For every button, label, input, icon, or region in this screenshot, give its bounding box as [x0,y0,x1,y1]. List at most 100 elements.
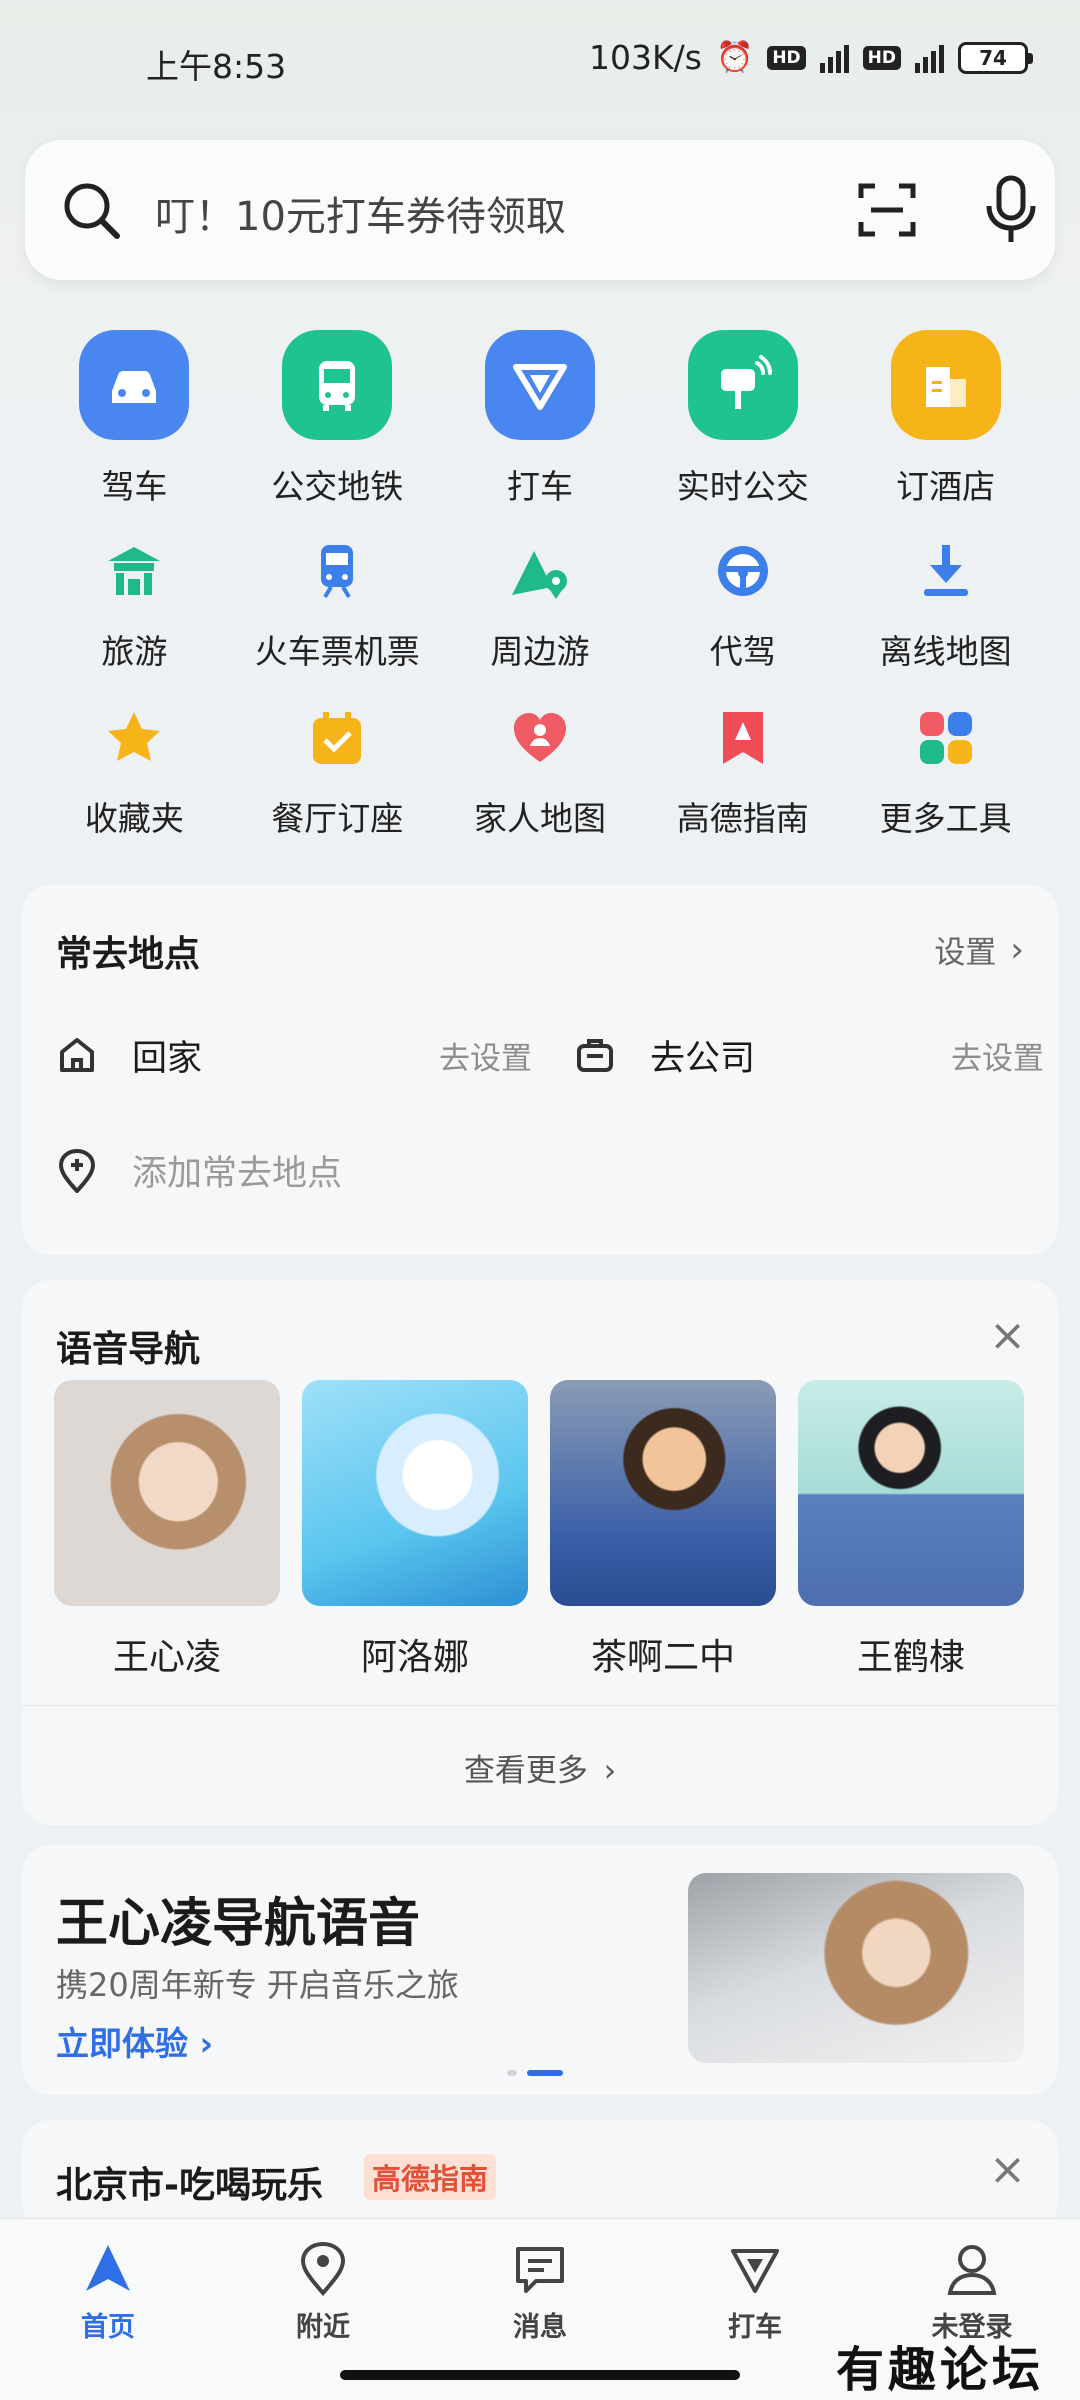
voice-item[interactable]: 王鹤棣 [798,1380,1024,1680]
tool-transit[interactable]: 公交地铁 [236,330,439,508]
tool-favorites[interactable]: 收藏夹 [33,702,236,840]
voice-avatar-image [550,1380,776,1606]
tab-label: 附近 [296,2312,350,2343]
microphone-icon[interactable] [983,174,1039,246]
tool-label: 实时公交 [676,467,809,506]
battery-icon: 74 [958,41,1033,74]
alarm-icon: ⏰ [715,40,754,75]
download-icon [910,535,982,607]
briefcase-icon [577,1039,613,1072]
banner-cta-label: 立即体验 [56,2024,188,2063]
voice-item[interactable]: 阿洛娜 [302,1380,528,1680]
work-set-button[interactable]: 去设置 [951,1033,1044,1078]
navigation-arrow-icon [86,2245,130,2291]
secondary-tools-row1: 旅游 火车票机票 周边游 代驾 离线地图 [33,535,1047,673]
scan-icon[interactable] [855,178,919,242]
voice-name: 王心凌 [112,1637,221,1678]
watermark-text: 有趣论坛 [836,2342,1045,2398]
voice-avatar-image [54,1380,280,1606]
tool-label: 旅游 [101,632,168,671]
frequent-settings-button[interactable]: 设置 › [934,927,1024,972]
hd-badge: HD [767,45,806,70]
tool-label: 周边游 [490,632,590,671]
carousel-dots [507,2070,563,2076]
voice-nav-card: 语音导航 × 王心凌 阿洛娜 茶啊二中 王鹤棣 查看更多 › [22,1280,1058,1825]
search-icon [64,183,120,239]
close-icon[interactable]: × [989,2144,1026,2195]
search-input[interactable]: 叮！10元打车券待领取 [155,184,566,242]
see-more-button[interactable]: 查看更多 › [22,1745,1058,1790]
heart-person-icon [504,702,576,774]
tab-home[interactable]: 首页 [38,2241,178,2344]
primary-tools: 驾车 公交地铁 打车 实时公交 订酒店 [33,330,1047,508]
search-bar[interactable]: 叮！10元打车券待领取 [25,140,1055,280]
tool-more[interactable]: 更多工具 [844,702,1047,840]
chevron-right-icon: › [603,1753,617,1789]
settings-label: 设置 [934,935,997,971]
banner-title: 王心凌导航语音 [56,1894,421,1954]
tool-tickets[interactable]: 火车票机票 [236,535,439,673]
steering-wheel-icon [707,535,779,607]
status-indicators: 103K/s ⏰ HD HD 74 [589,38,1033,77]
tool-taxi[interactable]: 打车 [439,330,642,508]
tool-designated-driver[interactable]: 代驾 [641,535,844,673]
tab-taxi[interactable]: 打车 [685,2241,825,2344]
tool-label: 公交地铁 [271,467,404,506]
carousel-dot-active [527,2070,563,2076]
voice-avatar-image [798,1380,1024,1606]
tool-hotel[interactable]: 订酒店 [844,330,1047,508]
voice-nav-title: 语音导航 [56,1329,201,1370]
taxi-icon [484,330,595,440]
voice-item[interactable]: 王心凌 [54,1380,280,1680]
tab-messages[interactable]: 消息 [470,2241,610,2344]
tool-label: 订酒店 [896,467,996,506]
tool-offline-map[interactable]: 离线地图 [844,535,1047,673]
star-icon [98,702,170,774]
tool-label: 代驾 [709,632,776,671]
taxi-icon [731,2249,779,2293]
tool-travel[interactable]: 旅游 [33,535,236,673]
tool-label: 驾车 [101,467,168,506]
tab-profile[interactable]: 未登录 [902,2241,1042,2344]
secondary-tools-row2: 收藏夹 餐厅订座 家人地图 高德指南 更多工具 [33,702,1047,840]
chevron-right-icon: › [199,2024,214,2063]
add-place-label: 添加常去地点 [132,1154,343,1194]
close-icon[interactable]: × [989,1310,1026,1361]
tool-label: 高德指南 [676,799,809,838]
voice-name: 王鹤棣 [856,1637,965,1678]
promo-banner[interactable]: 王心凌导航语音 携20周年新专 开启音乐之旅 立即体验 › [22,1845,1058,2095]
tab-label: 消息 [513,2312,567,2343]
tool-family-map[interactable]: 家人地图 [439,702,642,840]
bus-stop-icon [687,330,798,440]
work-entry[interactable]: 去公司 去设置 [574,1025,1044,1085]
train-icon [301,535,373,607]
voice-name: 茶啊二中 [590,1637,735,1678]
home-entry[interactable]: 回家 去设置 [56,1025,532,1085]
pavilion-icon [98,535,170,607]
status-time: 上午8:53 [146,47,287,86]
tool-guide[interactable]: 高德指南 [641,702,844,840]
voice-item[interactable]: 茶啊二中 [550,1380,776,1680]
frequent-title: 常去地点 [56,934,201,975]
tool-realtime-bus[interactable]: 实时公交 [641,330,844,508]
tool-label: 火车票机票 [254,632,420,671]
location-pin-icon [300,2241,346,2297]
add-place-entry[interactable]: 添加常去地点 [56,1145,342,1196]
tab-nearby[interactable]: 附近 [253,2241,393,2344]
tool-nearby-trip[interactable]: 周边游 [439,535,642,673]
tool-restaurant[interactable]: 餐厅订座 [236,702,439,840]
guide-tag: 高德指南 [364,2154,497,2200]
carousel-dot [507,2070,517,2076]
banner-cta[interactable]: 立即体验 › [56,2017,213,2065]
guide-title: 北京市-吃喝玩乐 [56,2165,323,2206]
tool-label: 离线地图 [879,632,1012,671]
tool-drive[interactable]: 驾车 [33,330,236,508]
home-indicator[interactable] [340,2370,740,2380]
bookmark-icon [707,702,779,774]
voice-name: 阿洛娜 [360,1637,469,1678]
home-set-button[interactable]: 去设置 [439,1033,532,1078]
hotel-icon [890,330,1001,440]
frequent-places-card: 常去地点 设置 › 回家 去设置 去公司 去设置 添加常去地点 [22,885,1058,1255]
user-icon [947,2245,997,2295]
status-bar: 上午8:53 103K/s ⏰ HD HD 74 [0,30,1080,90]
